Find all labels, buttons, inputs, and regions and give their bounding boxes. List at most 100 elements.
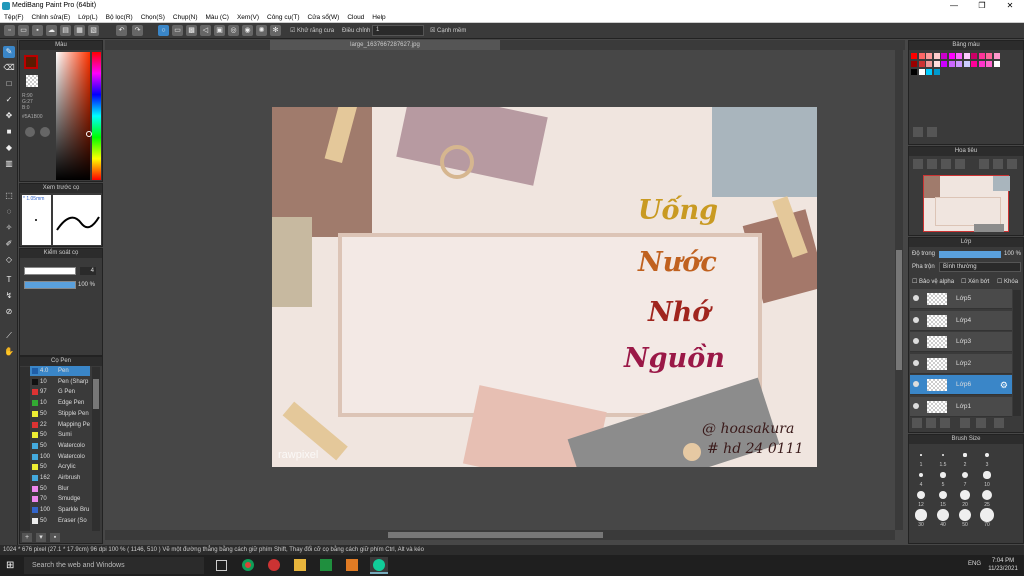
brush-item[interactable]: 50 Acrylic <box>30 462 90 472</box>
snap-soft-checkbox[interactable]: ☒ Cạnh mềm <box>430 26 466 36</box>
palette-swatch[interactable] <box>933 53 940 59</box>
select-pen-tool-icon[interactable]: ✐ <box>3 238 15 250</box>
snap-parallel-icon[interactable]: ◁ <box>200 25 211 36</box>
save-icon[interactable]: ▪ <box>32 25 43 36</box>
brush-size-dot[interactable] <box>917 491 925 499</box>
color-wheel-icon[interactable] <box>25 127 35 137</box>
cloud-icon[interactable]: ☁ <box>46 25 57 36</box>
brush-size-dot[interactable] <box>940 472 946 478</box>
snap-vanish-icon[interactable]: ✻ <box>270 25 281 36</box>
maximize-button[interactable]: ❐ <box>968 0 996 12</box>
brush-size-dot[interactable] <box>981 489 993 501</box>
layer-folder-icon[interactable] <box>976 418 986 428</box>
snap-circle-icon[interactable]: ◎ <box>228 25 239 36</box>
menu-view[interactable]: Xem(V) <box>233 12 263 23</box>
redo-icon[interactable]: ↷ <box>132 25 143 36</box>
brush-item[interactable]: 162 Airbrush <box>30 473 90 483</box>
palette-swatch[interactable] <box>911 61 917 67</box>
menu-tools[interactable]: Công cụ(T) <box>263 12 304 23</box>
gradient-tool-icon[interactable]: ▥ <box>3 158 15 170</box>
layer-visibility-icon[interactable] <box>913 381 919 387</box>
menu-select[interactable]: Chọn(S) <box>137 12 169 23</box>
brush-size-value[interactable]: 4 <box>80 267 96 275</box>
palette-swatch[interactable] <box>986 53 992 59</box>
layer-item[interactable]: Lớp4 <box>910 310 1012 331</box>
brush-size-dot[interactable] <box>985 453 989 457</box>
foreground-color-swatch[interactable] <box>24 55 38 69</box>
brush-size-dot[interactable] <box>980 508 994 522</box>
palette-swatch[interactable] <box>948 61 955 67</box>
brush-item[interactable]: 50 Watercolo <box>30 441 90 451</box>
brush-size-dot[interactable] <box>983 471 991 479</box>
palette-swatch[interactable] <box>993 53 1000 59</box>
layer-item[interactable]: Lớp6 ⚙ <box>910 375 1012 395</box>
merge-layer-icon[interactable] <box>940 418 950 428</box>
palette-swatch[interactable] <box>918 53 925 59</box>
fill-rect-tool-icon[interactable]: ■ <box>3 126 15 138</box>
rotate-left-icon[interactable] <box>979 159 989 169</box>
menu-color[interactable]: Màu (C) <box>201 12 232 23</box>
background-color-swatch[interactable] <box>26 75 38 87</box>
lock-checkbox[interactable]: ☐ Khóa <box>997 278 1018 285</box>
brush-tool-icon[interactable]: ✎ <box>3 46 15 58</box>
brush-menu-icon[interactable]: ▾ <box>36 533 46 542</box>
menu-window[interactable]: Cửa sổ(W) <box>304 12 344 23</box>
brush-size-dot[interactable] <box>920 454 922 456</box>
palette-swatch[interactable] <box>933 69 940 75</box>
vertical-scrollbar[interactable] <box>895 50 903 530</box>
palette-swatch[interactable] <box>956 61 962 67</box>
language-indicator[interactable]: ENG <box>968 561 981 567</box>
hue-slider[interactable] <box>92 52 101 180</box>
saturation-value-picker[interactable] <box>56 52 90 180</box>
close-button[interactable]: ✕ <box>996 0 1024 12</box>
task-view-icon[interactable] <box>216 560 227 571</box>
layer-visibility-icon[interactable] <box>913 402 919 409</box>
palette-swatch[interactable] <box>993 61 1000 67</box>
brush-size-dot[interactable] <box>915 509 927 521</box>
app-icon-orange[interactable] <box>346 559 358 571</box>
brush-size-dot[interactable] <box>937 509 949 521</box>
layer-visibility-icon[interactable] <box>913 338 919 344</box>
navigator-thumbnail[interactable] <box>923 175 1010 232</box>
palette-swatch[interactable] <box>971 61 977 67</box>
layer-item[interactable]: Lớp5 <box>910 289 1012 309</box>
fill-icon[interactable]: ▩ <box>186 25 197 36</box>
brush-item[interactable]: 10 Pen (Sharp <box>30 377 90 387</box>
eraser-tool-icon[interactable]: ⌫ <box>3 62 15 74</box>
brush-item[interactable]: 100 Watercolo <box>30 452 90 462</box>
palette-swatch[interactable] <box>926 53 932 59</box>
brush-item[interactable]: 10 Edge Pen <box>30 398 90 408</box>
open-icon[interactable]: ▭ <box>18 25 29 36</box>
layer-visibility-icon[interactable] <box>913 359 919 366</box>
app-icon-red[interactable] <box>268 559 280 571</box>
layer-item[interactable]: Lớp2 <box>910 353 1012 374</box>
layer-item[interactable]: Lớp1 <box>910 396 1012 417</box>
zoom-reset-icon[interactable] <box>955 159 965 169</box>
menu-snap[interactable]: Chụp(N) <box>169 12 202 23</box>
brush-item[interactable]: 97 G Pen <box>30 387 90 397</box>
palette-swatch[interactable] <box>941 53 947 59</box>
new-layer-icon[interactable] <box>912 418 922 428</box>
palette-swatch[interactable] <box>978 53 985 59</box>
minimize-button[interactable]: — <box>940 0 968 12</box>
menu-file[interactable]: Tệp(F) <box>0 12 28 23</box>
file-explorer-icon[interactable] <box>294 559 306 571</box>
layer-item[interactable]: Lớp3 <box>910 332 1012 352</box>
palette-add-icon[interactable] <box>913 127 923 137</box>
palette-swatch[interactable] <box>933 61 940 67</box>
medibang-taskbar-button[interactable] <box>370 557 388 574</box>
menu-cloud[interactable]: Cloud <box>343 12 368 23</box>
brush-list-scrollbar[interactable] <box>92 367 100 531</box>
layer-opacity-slider[interactable] <box>939 251 1001 258</box>
blend-mode-select[interactable]: Bình thường <box>939 262 1021 272</box>
delete-layer-icon[interactable] <box>960 418 970 428</box>
palette-swatch[interactable] <box>971 53 977 59</box>
palette-swatch[interactable] <box>956 53 962 59</box>
layer-visibility-icon[interactable] <box>913 316 919 323</box>
brush-size-dot[interactable] <box>960 490 970 500</box>
palette-swatch[interactable] <box>926 61 932 67</box>
brush-item[interactable]: 50 Stipple Pen <box>30 409 90 419</box>
palette-swatches[interactable] <box>911 53 1011 93</box>
operation-tool-icon[interactable]: ↯ <box>3 290 15 302</box>
snap-cross-icon[interactable]: ▣ <box>214 25 225 36</box>
